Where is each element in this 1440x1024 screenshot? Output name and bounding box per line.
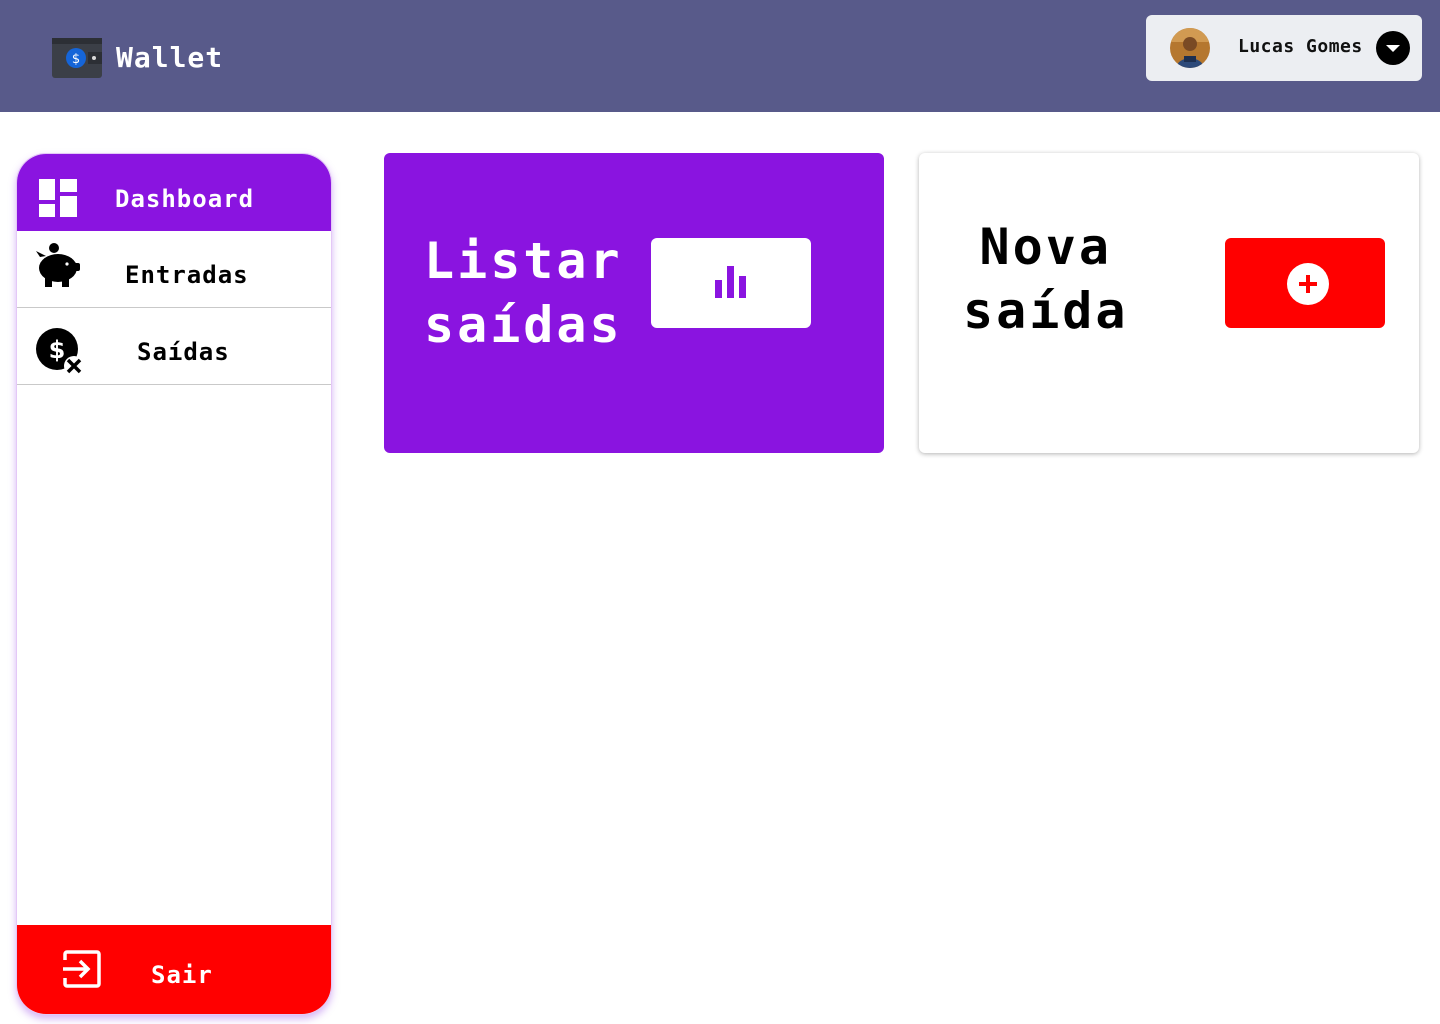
sidebar-item-saidas[interactable]: $ Saídas xyxy=(17,308,331,385)
new-expense-card[interactable]: Nova saída xyxy=(919,153,1419,453)
card-title-line: Nova xyxy=(979,218,1112,276)
list-expenses-card[interactable]: Listar saídas xyxy=(384,153,884,453)
new-expense-button[interactable] xyxy=(1225,238,1385,328)
card-title: Listar saídas xyxy=(424,229,623,357)
sidebar-item-label: Entradas xyxy=(125,261,249,289)
avatar[interactable] xyxy=(1170,28,1210,68)
top-bar: $ Wallet Lucas Gomes xyxy=(0,0,1440,112)
app-title: Wallet xyxy=(116,40,224,74)
svg-text:$: $ xyxy=(72,52,80,67)
user-name: Lucas Gomes xyxy=(1238,36,1363,57)
svg-text:$: $ xyxy=(49,336,66,364)
logout-label: Sair xyxy=(151,961,213,989)
card-title-line: saída xyxy=(963,282,1129,340)
sidebar: Dashboard Entradas $ Saídas Sair xyxy=(16,153,332,1015)
sidebar-item-label: Dashboard xyxy=(115,185,255,213)
sidebar-item-label: Saídas xyxy=(137,338,230,366)
piggy-bank-icon xyxy=(34,243,82,291)
user-menu[interactable]: Lucas Gomes xyxy=(1146,15,1422,81)
exit-icon xyxy=(62,949,102,993)
money-off-icon: $ xyxy=(36,328,84,380)
chevron-down-icon[interactable] xyxy=(1376,31,1410,65)
sidebar-item-dashboard[interactable]: Dashboard xyxy=(17,154,331,231)
card-title-line: Listar xyxy=(424,232,623,290)
brand[interactable]: $ Wallet xyxy=(52,36,223,78)
wallet-logo-icon: $ xyxy=(52,36,102,78)
card-title: Nova saída xyxy=(963,215,1129,343)
dashboard-icon xyxy=(39,179,77,221)
logout-button[interactable]: Sair xyxy=(17,925,331,1014)
sidebar-item-entradas[interactable]: Entradas xyxy=(17,231,331,308)
plus-circle-icon xyxy=(1287,263,1329,305)
bar-chart-icon xyxy=(715,266,746,298)
card-title-line: saídas xyxy=(424,296,623,354)
list-expenses-button[interactable] xyxy=(651,238,811,328)
